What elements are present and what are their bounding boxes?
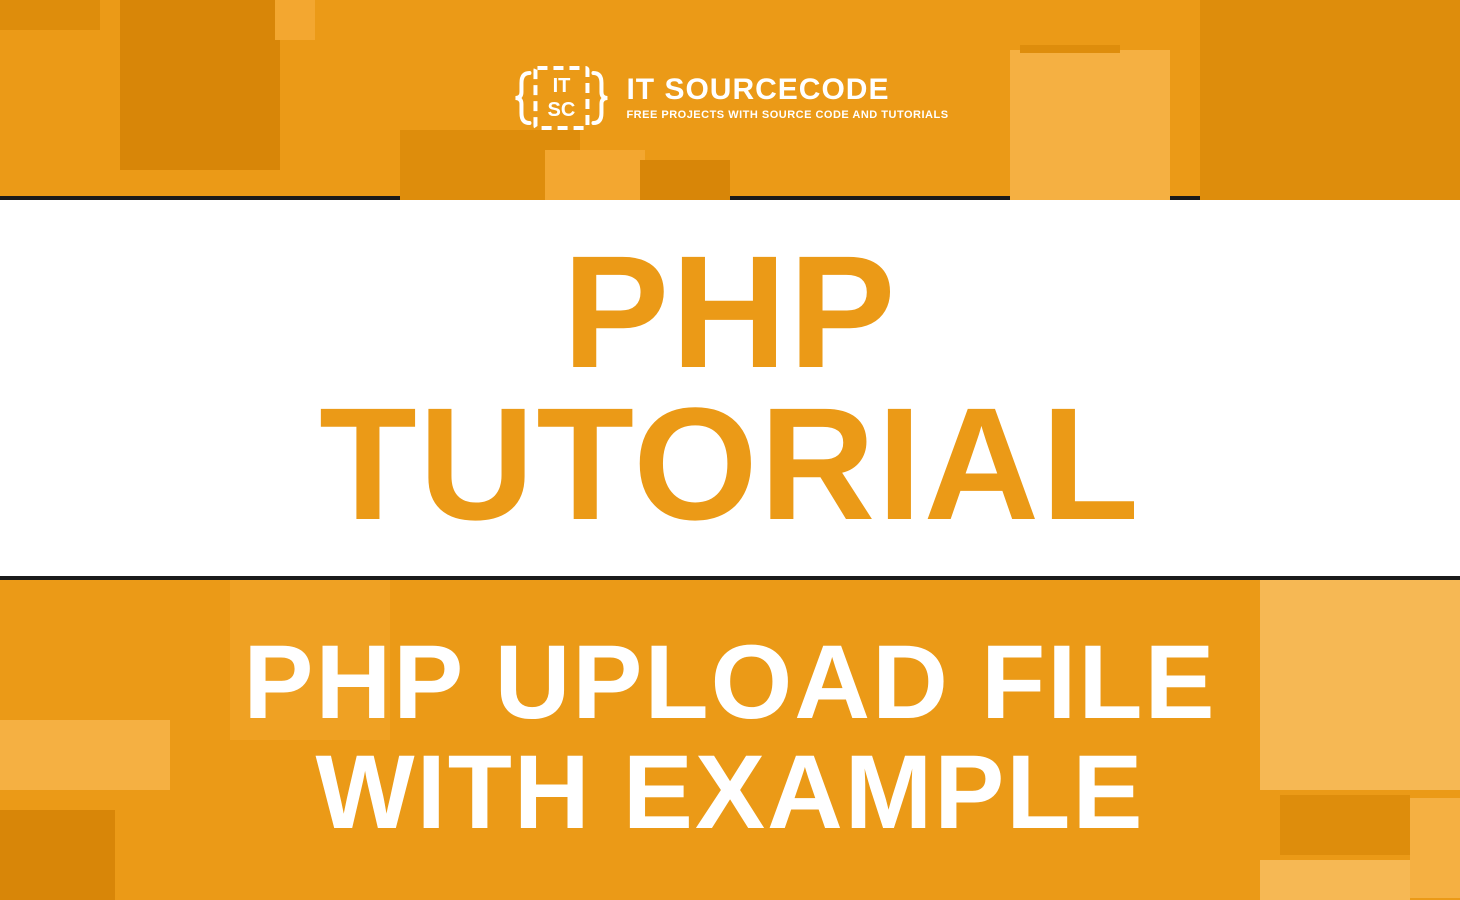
bg-box xyxy=(1010,50,1170,200)
main-title: PHP TUTORIAL xyxy=(319,236,1141,540)
logo-title: IT SOURCECODE xyxy=(626,75,948,105)
bg-box xyxy=(1200,0,1460,200)
sub-title: PHP UPLOAD FILE WITH EXAMPLE xyxy=(243,628,1216,849)
bg-box xyxy=(1020,45,1120,53)
main-title-section: PHP TUTORIAL xyxy=(0,200,1460,580)
logo-text: IT SOURCECODE FREE PROJECTS WITH SOURCE … xyxy=(626,75,948,121)
bg-box xyxy=(1260,580,1460,790)
logo-subtitle: FREE PROJECTS WITH SOURCE CODE AND TUTOR… xyxy=(626,109,948,121)
header-banner: IT SC IT SOURCECODE FREE PROJECTS WITH S… xyxy=(0,0,1460,200)
bg-box xyxy=(0,0,100,30)
svg-text:SC: SC xyxy=(548,99,576,121)
logo: IT SC IT SOURCECODE FREE PROJECTS WITH S… xyxy=(511,48,948,148)
bg-box xyxy=(1260,860,1410,900)
bg-box xyxy=(640,160,730,200)
bg-box xyxy=(1280,795,1410,855)
bg-box xyxy=(545,150,645,200)
subtitle-section: PHP UPLOAD FILE WITH EXAMPLE xyxy=(0,580,1460,896)
bg-box xyxy=(0,810,115,900)
bg-box xyxy=(0,720,170,790)
bg-box xyxy=(1410,798,1460,898)
svg-text:IT: IT xyxy=(553,75,571,97)
bg-box xyxy=(120,0,280,170)
bg-box xyxy=(275,0,315,40)
logo-icon: IT SC xyxy=(511,48,611,148)
